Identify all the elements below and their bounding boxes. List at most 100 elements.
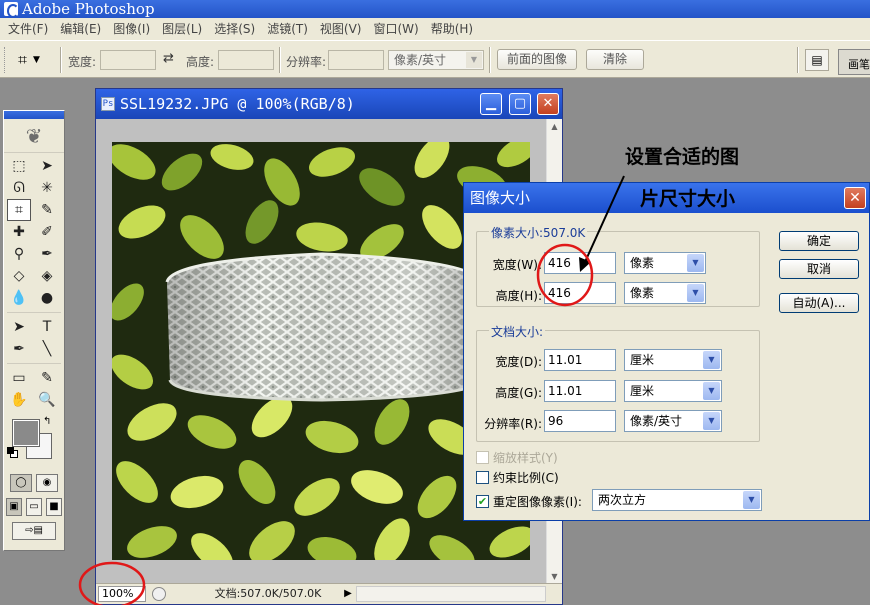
status-menu-arrow-icon[interactable]: ▶ [342, 587, 354, 601]
swap-dimensions-icon[interactable]: ⇄ [163, 51, 174, 66]
navigator-icon[interactable] [152, 587, 166, 601]
photoshop-document-icon: Ps [101, 97, 115, 111]
crop-height-input[interactable] [218, 50, 274, 70]
adobe-feather-icon[interactable]: ❦ [4, 119, 64, 153]
resample-image-checkbox[interactable]: ✔ 重定图像像素(I): [476, 493, 582, 510]
crop-width-input[interactable] [100, 50, 156, 70]
resolution-unit-select[interactable]: 像素/英寸 ▼ [624, 410, 722, 432]
pixel-height-unit-select[interactable]: 像素 ▼ [624, 282, 706, 304]
jump-to-imageready-icon[interactable]: ⇨▤ [12, 522, 56, 540]
slice-tool-icon[interactable]: ✎ [35, 199, 59, 221]
color-swatches: ↰ [4, 414, 64, 466]
clone-stamp-tool-icon[interactable]: ⚲ [7, 243, 31, 265]
menu-bar: 文件(F) 编辑(E) 图像(I) 图层(L) 选择(S) 滤镜(T) 视图(V… [0, 18, 870, 40]
toolbox-title-bar[interactable] [4, 111, 64, 119]
scale-styles-checkbox-box [476, 451, 489, 464]
scale-styles-checkbox[interactable]: 缩放样式(Y) [476, 449, 558, 466]
crop-preset-picker[interactable]: ⌗ ▼ [18, 49, 58, 71]
horizontal-scrollbar[interactable] [356, 586, 546, 602]
palette-well-icon[interactable]: ▤ [805, 49, 829, 71]
pen-tool-icon[interactable]: ✒ [7, 338, 31, 360]
app-title-bar: Adobe Photoshop [0, 0, 870, 18]
healing-brush-tool-icon[interactable]: ✚ [7, 221, 31, 243]
marquee-tool-icon[interactable]: ⬚ [7, 155, 31, 177]
standard-mode-icon[interactable]: ◯ [10, 474, 32, 492]
line-tool-icon[interactable]: ╲ [35, 338, 59, 360]
resolution-unit-value: 像素/英寸 [630, 414, 683, 428]
constrain-proportions-checkbox[interactable]: 约束比例(C) [476, 469, 559, 486]
clear-button[interactable]: 清除 [586, 49, 644, 70]
cancel-button[interactable]: 取消 [779, 259, 859, 279]
options-bar-grip[interactable] [4, 47, 7, 73]
menu-window[interactable]: 窗口(W) [367, 18, 424, 40]
ok-button[interactable]: 确定 [779, 231, 859, 251]
history-brush-tool-icon[interactable]: ✒ [35, 243, 59, 265]
crop-resolution-input[interactable] [328, 50, 384, 70]
paint-bucket-tool-icon[interactable]: ◈ [35, 265, 59, 287]
lasso-tool-icon[interactable]: ᘏ [7, 177, 31, 199]
document-title-bar[interactable]: Ps SSL19232.JPG @ 100%(RGB/8) ▁ ▢ ✕ [96, 89, 562, 119]
dialog-close-button[interactable]: ✕ [844, 187, 866, 209]
doc-width-input[interactable]: 11.01 [544, 349, 616, 371]
doc-height-label: 高度(G): [495, 386, 542, 400]
chevron-down-icon: ▼ [703, 412, 720, 430]
scroll-down-icon[interactable]: ▼ [547, 569, 562, 584]
notes-tool-icon[interactable]: ▭ [7, 367, 31, 389]
resample-method-value: 两次立方 [598, 493, 647, 507]
default-colors-icon[interactable] [7, 447, 18, 458]
pixel-width-unit-select[interactable]: 像素 ▼ [624, 252, 706, 274]
eraser-tool-icon[interactable]: ◇ [7, 265, 31, 287]
quick-mask-mode-icon[interactable]: ◉ [36, 474, 58, 492]
move-tool-icon[interactable]: ➤ [35, 155, 59, 177]
image-size-dialog: 图像大小 ✕ 像素大小:507.0K 宽度(W): 416 像素 ▼ 高度(H):… [463, 182, 870, 521]
app-title: Adobe Photoshop [22, 0, 155, 18]
document-size-info: 文档:507.0K/507.0K [214, 587, 322, 600]
maximize-button[interactable]: ▢ [509, 93, 531, 115]
zoom-level-field[interactable]: 100% [98, 586, 146, 602]
crop-tool-icon[interactable]: ⌗ [7, 199, 31, 221]
menu-view[interactable]: 视图(V) [314, 18, 368, 40]
minimize-button[interactable]: ▁ [480, 93, 502, 115]
full-screen-menu-mode-icon[interactable]: ▭ [26, 498, 42, 516]
doc-width-unit-select[interactable]: 厘米 ▼ [624, 349, 722, 371]
brushes-palette-tab[interactable]: 画笔 [838, 49, 870, 75]
magic-wand-tool-icon[interactable]: ✳ [35, 177, 59, 199]
eyedropper-tool-icon[interactable]: ✎ [35, 367, 59, 389]
type-tool-icon[interactable]: T [35, 316, 59, 338]
menu-layer[interactable]: 图层(L) [156, 18, 208, 40]
doc-height-input[interactable]: 11.01 [544, 380, 616, 402]
swap-colors-icon[interactable]: ↰ [43, 416, 51, 427]
menu-edit[interactable]: 编辑(E) [54, 18, 107, 40]
annotation-text-line1: 设置合适的图 [625, 146, 740, 168]
close-button[interactable]: ✕ [537, 93, 559, 115]
front-image-button[interactable]: 前面的图像 [497, 49, 577, 70]
pixel-height-input[interactable]: 416 [544, 282, 616, 304]
menu-help[interactable]: 帮助(H) [425, 18, 479, 40]
zoom-tool-icon[interactable]: 🔍 [35, 389, 59, 411]
doc-height-unit-select[interactable]: 厘米 ▼ [624, 380, 722, 402]
resample-method-select[interactable]: 两次立方 ▼ [592, 489, 762, 511]
standard-screen-mode-icon[interactable]: ▣ [6, 498, 22, 516]
foreground-color-swatch[interactable] [13, 420, 39, 446]
pixel-dimensions-legend: 像素大小:507.0K [489, 224, 588, 241]
brush-tool-icon[interactable]: ✐ [35, 221, 59, 243]
pixel-width-input[interactable]: 416 [544, 252, 616, 274]
auto-button[interactable]: 自动(A)... [779, 293, 859, 313]
chevron-down-icon: ▼ [687, 254, 704, 272]
path-selection-tool-icon[interactable]: ➤ [7, 316, 31, 338]
crop-resolution-unit-select[interactable]: 像素/英寸 ▼ [388, 50, 484, 70]
chevron-down-icon: ▼ [687, 284, 704, 302]
hand-tool-icon[interactable]: ✋ [7, 389, 31, 411]
menu-select[interactable]: 选择(S) [208, 18, 261, 40]
chevron-down-icon: ▼ [466, 52, 482, 68]
blur-tool-icon[interactable]: 💧 [7, 287, 31, 309]
scroll-up-icon[interactable]: ▲ [547, 119, 562, 134]
pixel-width-unit-value: 像素 [630, 256, 655, 270]
crop-resolution-unit-value: 像素/英寸 [394, 53, 447, 67]
menu-image[interactable]: 图像(I) [107, 18, 156, 40]
resolution-input[interactable]: 96 [544, 410, 616, 432]
menu-file[interactable]: 文件(F) [2, 18, 54, 40]
menu-filter[interactable]: 滤镜(T) [261, 18, 314, 40]
dodge-tool-icon[interactable]: ● [35, 287, 59, 309]
full-screen-mode-icon[interactable]: ■ [46, 498, 62, 516]
